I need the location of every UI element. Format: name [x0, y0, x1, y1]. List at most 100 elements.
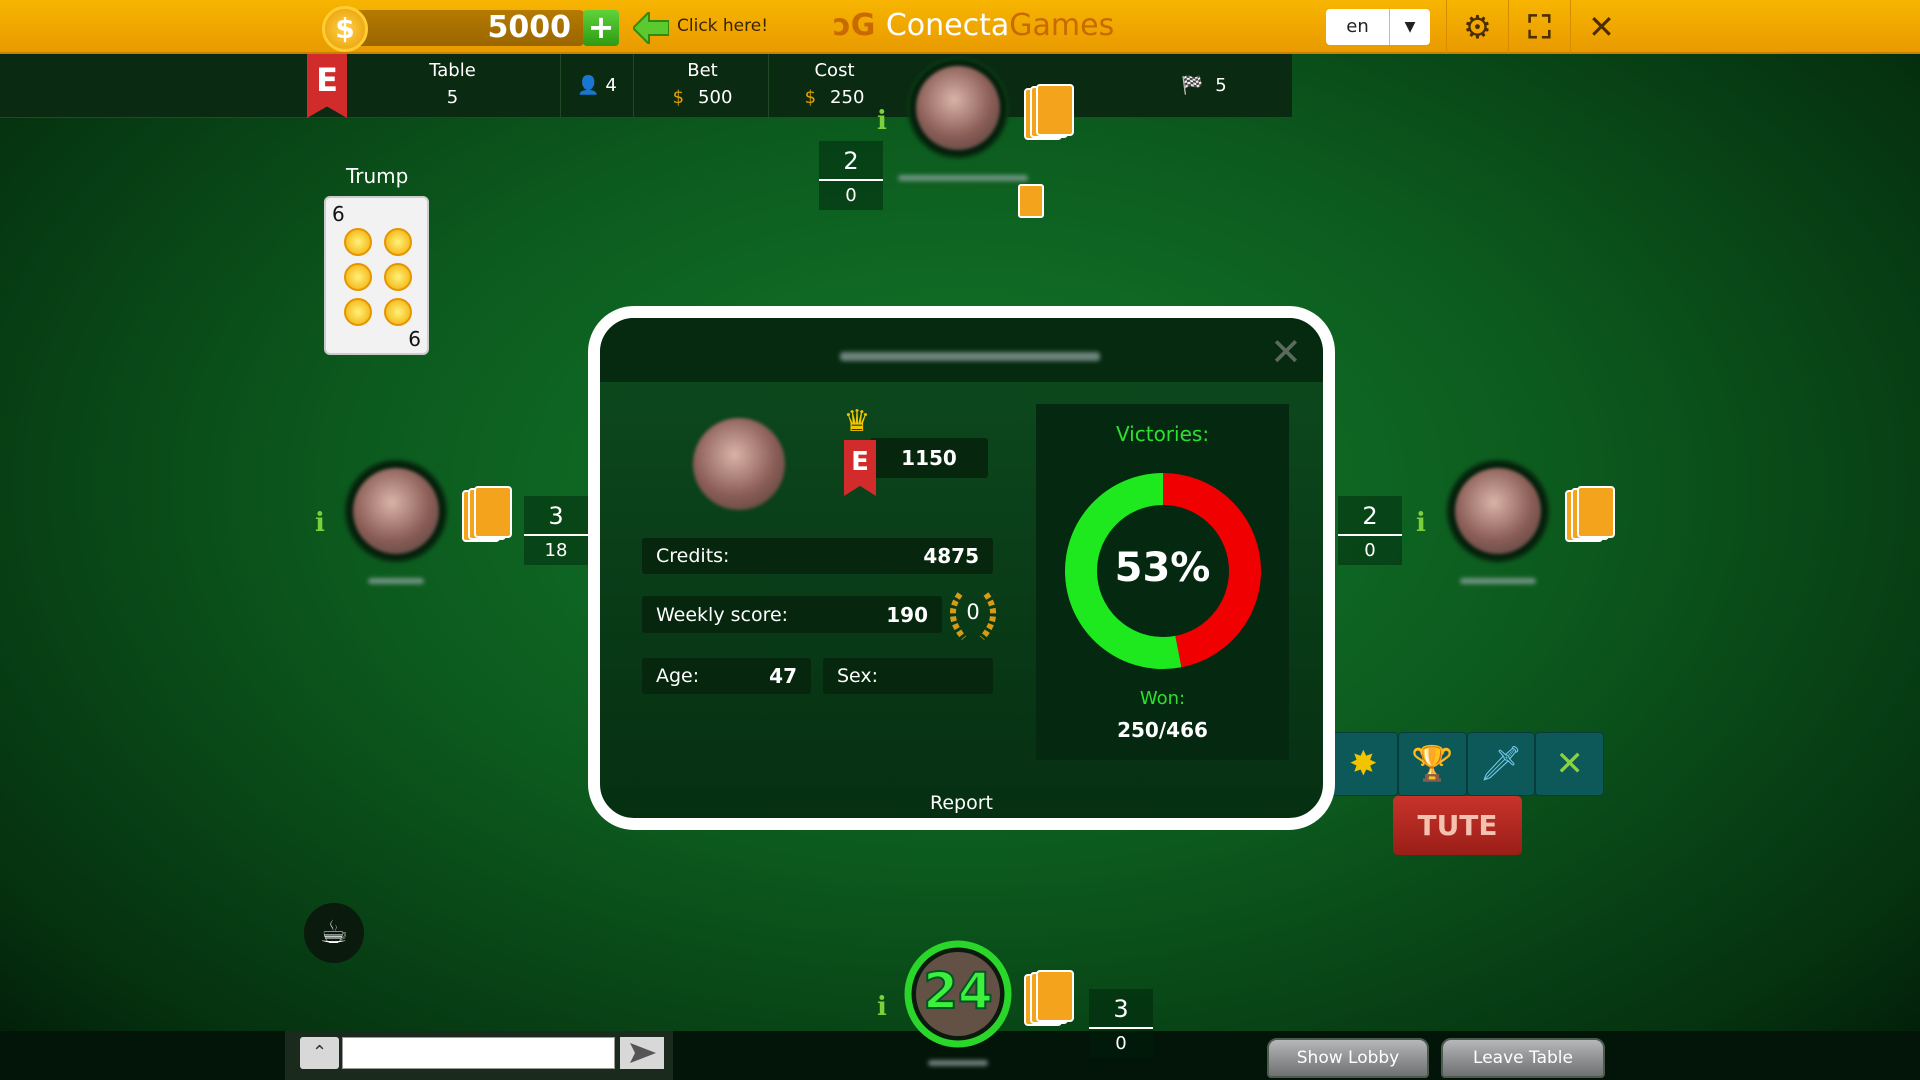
crown-icon: ♛ [843, 404, 871, 439]
table-label: Table [429, 60, 476, 81]
card-rank: 6 [408, 327, 421, 351]
send-icon[interactable] [620, 1037, 664, 1069]
dollar-icon: $ [672, 87, 685, 108]
coin-pip-icon [384, 298, 412, 326]
card-back-stack [1024, 84, 1076, 140]
tute-button[interactable]: TUTE [1393, 796, 1522, 855]
weekly-score-label: Weekly score: [656, 603, 789, 626]
suit-oros-button[interactable]: ✸ [1329, 732, 1398, 796]
divider [560, 54, 561, 118]
score-main: 3 [524, 496, 588, 536]
language-select[interactable]: en ▼ [1326, 9, 1430, 45]
close-icon[interactable]: ✕ [1570, 0, 1632, 54]
coin-pip-icon [344, 298, 372, 326]
credits-row: Credits: 4875 [642, 538, 993, 574]
cup-suit-icon: 🏆 [1410, 744, 1454, 784]
coin-icon: $ [322, 6, 368, 52]
bet-value: 500 [698, 87, 733, 108]
logo-text-2: Games [1009, 8, 1115, 43]
card-rank: 6 [332, 202, 345, 226]
player-avatar-top[interactable] [910, 60, 1006, 156]
player-score-top: 20 [819, 141, 883, 210]
won-value: 250/466 [1117, 718, 1208, 742]
coin-suit-icon: ✸ [1349, 744, 1378, 784]
player-avatar-left[interactable] [347, 462, 445, 560]
score-sub: 0 [1115, 1033, 1127, 1054]
score-main: 3 [1089, 989, 1153, 1029]
player-name-right [1460, 578, 1536, 584]
checkered-flag-icon: 🏁 [1181, 75, 1204, 96]
trump-label: Trump [346, 164, 409, 188]
card-back-stack [1024, 970, 1076, 1026]
sword-suit-icon: 🗡 [1479, 744, 1523, 784]
trump-card: 6 6 [324, 196, 429, 355]
table-number: Table 5 [400, 54, 505, 118]
suit-espadas-button[interactable]: 🗡 [1466, 732, 1536, 796]
fullscreen-icon[interactable]: ⛶ [1508, 0, 1570, 54]
sex-label: Sex: [837, 665, 879, 687]
cost-label: Cost [814, 60, 855, 81]
dialog-header [600, 318, 1323, 382]
dealer-card-icon [1018, 184, 1044, 218]
info-icon[interactable]: i [307, 508, 333, 542]
leave-table-button[interactable]: Leave Table [1441, 1038, 1605, 1078]
divider [768, 54, 769, 118]
suit-bastos-button[interactable]: ✕ [1535, 732, 1604, 796]
bet-label: Bet [687, 60, 718, 81]
table-value: 5 [446, 87, 459, 108]
club-suit-icon: ✕ [1555, 744, 1584, 784]
player-score-left: 3 18 [524, 496, 588, 565]
credits-label: Credits: [656, 545, 730, 567]
show-lobby-button[interactable]: Show Lobby [1267, 1038, 1429, 1078]
weekly-score-value: 190 [886, 602, 928, 627]
language-value: en [1326, 9, 1390, 45]
info-icon[interactable]: i [869, 992, 895, 1026]
click-here-link[interactable]: Click here! [677, 16, 768, 36]
player-count: 👤 4 [566, 54, 628, 118]
suit-copas-button[interactable]: 🏆 [1397, 732, 1467, 796]
dollar-icon: $ [804, 87, 817, 108]
score-sub: 0 [845, 185, 857, 206]
person-icon: 👤 [577, 75, 600, 96]
add-credits-button[interactable]: + [583, 10, 619, 46]
score-main: 2 [1338, 496, 1402, 536]
player-avatar-right[interactable] [1449, 462, 1547, 560]
score-sub: 0 [1364, 540, 1376, 561]
rank-points: 1150 [870, 438, 988, 478]
player-name-bottom [928, 1060, 988, 1066]
coin-pip-icon [384, 228, 412, 256]
laurel-value: 0 [966, 600, 980, 624]
coin-pip-icon [344, 228, 372, 256]
age-row: Age: 47 [642, 658, 811, 694]
turn-timer: 24 [922, 961, 994, 1021]
credits-display: 5000 [340, 10, 585, 46]
player-profile-dialog: ✕ ♛ 1150 E Credits: 4875 Weekly score: 190… [588, 306, 1335, 830]
profile-avatar [693, 418, 785, 510]
logo-text: Conecta [885, 8, 1010, 43]
cost-value: 250 [830, 87, 865, 108]
coffee-break-icon[interactable]: ☕ [304, 903, 364, 963]
weekly-score-row: Weekly score: 190 [642, 596, 942, 633]
age-value: 47 [769, 664, 797, 688]
chat-input[interactable] [342, 1037, 615, 1069]
arrow-left-icon [633, 12, 669, 44]
credits-value: 4875 [923, 544, 979, 568]
close-dialog-icon[interactable]: ✕ [1270, 330, 1302, 374]
score-main: 2 [819, 141, 883, 181]
rank-points-value: 1150 [901, 446, 957, 470]
coin-pip-icon [344, 263, 372, 291]
divider [633, 54, 634, 118]
rank-badge: E [844, 440, 876, 496]
gear-icon[interactable]: ⚙ [1446, 0, 1508, 54]
win-percent: 53% [1114, 545, 1211, 591]
coin-pip-icon [384, 263, 412, 291]
score-sub: 18 [544, 540, 568, 561]
info-icon[interactable]: i [869, 106, 895, 140]
chevron-up-icon[interactable]: ⌃ [300, 1037, 339, 1069]
player-score-right: 20 [1338, 496, 1402, 565]
chevron-down-icon: ▼ [1404, 19, 1416, 35]
report-button[interactable]: Report [600, 792, 1323, 814]
info-icon[interactable]: i [1408, 508, 1434, 542]
victories-label: Victories: [1115, 422, 1210, 446]
card-back-stack [462, 486, 514, 542]
